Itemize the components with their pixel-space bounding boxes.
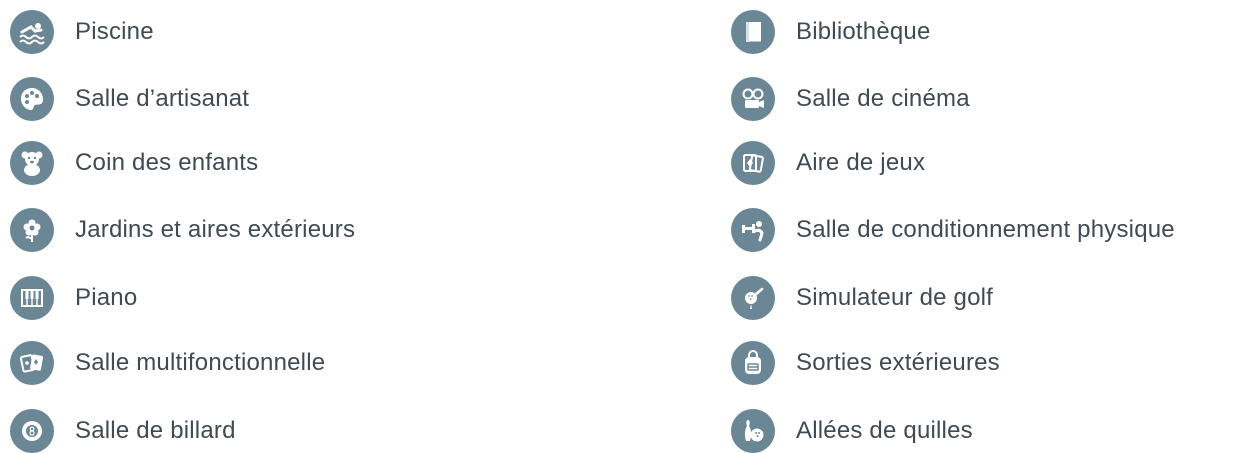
book-icon <box>731 10 775 54</box>
flower-icon <box>10 208 54 252</box>
amenity-label: Piscine <box>75 18 154 45</box>
amenity-salle-cinema: Salle de cinéma <box>731 77 970 121</box>
bowling-icon <box>731 409 775 453</box>
amenity-label: Allées de quilles <box>796 417 973 444</box>
amenity-jardins: Jardins et aires extérieurs <box>10 208 355 252</box>
teddy-bear-icon <box>10 141 54 185</box>
amenity-label: Aire de jeux <box>796 149 926 176</box>
amenity-piscine: Piscine <box>10 10 154 54</box>
golf-icon <box>731 276 775 320</box>
amenity-aire-jeux: Aire de jeux <box>731 141 925 185</box>
amenity-conditionnement-physique: Salle de conditionnement physique <box>731 208 1175 252</box>
amenity-salle-multifonctionnelle: Salle multifonctionnelle <box>10 341 325 385</box>
palette-icon <box>10 77 54 121</box>
billiard-ball-icon <box>10 409 54 453</box>
amenity-label: Salle de billard <box>75 417 236 444</box>
swimmer-icon <box>10 10 54 54</box>
amenity-allees-quilles: Allées de quilles <box>731 409 973 453</box>
amenity-label: Salle d’artisanat <box>75 85 250 112</box>
amenity-piano: Piano <box>10 276 137 320</box>
amenity-label: Coin des enfants <box>75 149 259 176</box>
amenity-label: Piano <box>75 284 138 311</box>
amenity-label: Salle de conditionnement physique <box>796 216 1175 243</box>
cards-icon <box>731 141 775 185</box>
amenity-label: Salle de cinéma <box>796 85 970 112</box>
amenity-salle-billard: Salle de billard <box>10 409 236 453</box>
film-camera-icon <box>731 77 775 121</box>
fitness-icon <box>731 208 775 252</box>
backpack-icon <box>731 341 775 385</box>
playing-cards-icon <box>10 341 54 385</box>
amenity-bibliotheque: Bibliothèque <box>731 10 931 54</box>
amenity-label: Sorties extérieures <box>796 349 1000 376</box>
amenity-sorties-exterieures: Sorties extérieures <box>731 341 1000 385</box>
amenity-label: Salle multifonctionnelle <box>75 349 326 376</box>
amenity-label: Bibliothèque <box>796 18 931 45</box>
amenity-label: Simulateur de golf <box>796 284 994 311</box>
amenity-label: Jardins et aires extérieurs <box>75 216 356 243</box>
amenity-salle-artisanat: Salle d’artisanat <box>10 77 249 121</box>
amenity-simulateur-golf: Simulateur de golf <box>731 276 993 320</box>
amenity-coin-enfants: Coin des enfants <box>10 141 258 185</box>
piano-keys-icon <box>10 276 54 320</box>
